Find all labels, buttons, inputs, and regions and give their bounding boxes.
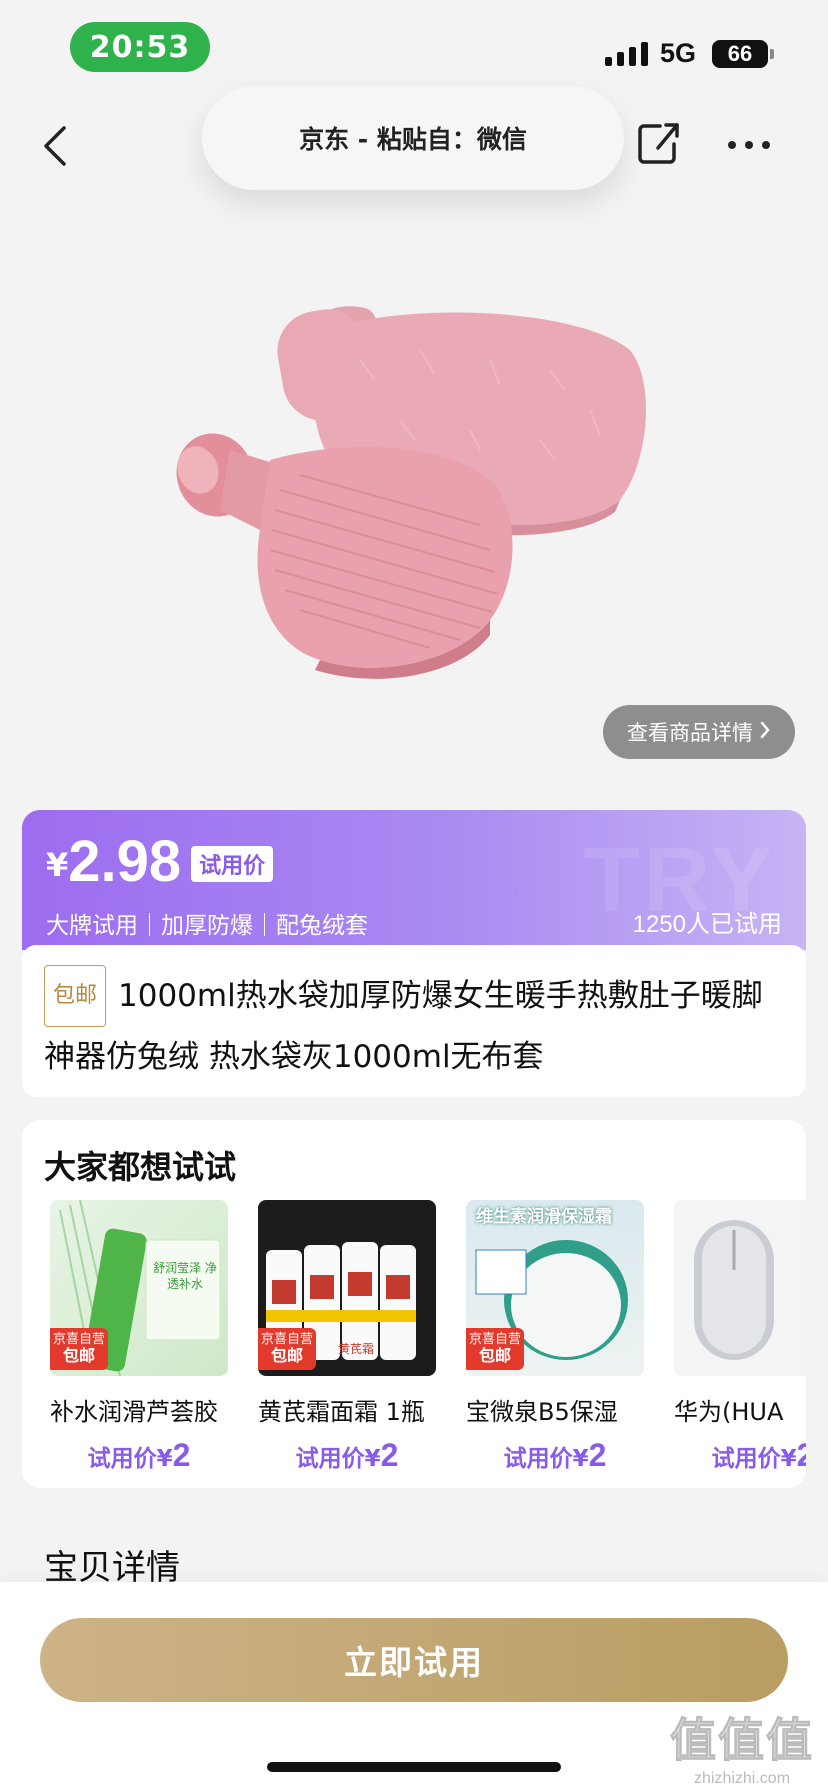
status-bar: 20:53 5G 66 [0, 0, 828, 100]
recommend-item-name: 黄芪霜面霜 1瓶 [258, 1398, 425, 1426]
recommend-item-price: 试用价¥2 [295, 1437, 399, 1473]
product-title: 1000ml热水袋加厚防爆女生暖手热敷肚子暖脚神器仿兔绒 热水袋灰1000ml无… [44, 978, 763, 1075]
trial-price-tag: 试用价 [191, 846, 274, 882]
product-thumbnail[interactable]: 维生素润滑保湿霜 京喜自营 包邮 [466, 1200, 644, 1376]
source-title-pill: 京东 - 粘贴自：微信 [202, 86, 624, 190]
jd-self-operated-badge: 京喜自营 包邮 [258, 1328, 316, 1370]
recommend-item-price: 试用价¥2 [711, 1437, 806, 1473]
site-watermark: 值值值 zhizhizhi.com [670, 1713, 814, 1788]
view-details-button[interactable]: 查看商品详情 [603, 705, 795, 759]
currency-symbol: ¥ [46, 846, 69, 884]
chevron-right-icon [759, 720, 771, 745]
share-icon[interactable] [636, 120, 682, 166]
price-row: ¥ 2.98 试用价 [46, 829, 274, 894]
product-image[interactable] [160, 290, 680, 710]
product-features: 大牌试用｜加厚防爆｜配兔绒套 [46, 913, 368, 939]
more-icon[interactable] [728, 130, 778, 160]
recommend-item-name: 宝微泉B5保湿 [466, 1398, 618, 1426]
product-title-block: 包邮 1000ml热水袋加厚防爆女生暖手热敷肚子暖脚神器仿兔绒 热水袋灰1000m… [44, 965, 784, 1083]
view-details-label: 查看商品详情 [627, 721, 753, 745]
back-icon[interactable] [38, 118, 78, 174]
recommend-item-price: 试用价¥2 [87, 1437, 191, 1473]
tried-count: 1250人已试用 [632, 911, 782, 938]
recommend-item[interactable]: 舒润莹泽 净透补水 京喜自营 包邮 补水润滑芦荟胶 试用价¥2 [50, 1200, 228, 1474]
home-indicator[interactable] [267, 1762, 561, 1772]
free-shipping-badge: 包邮 [44, 965, 107, 1027]
status-time: 20:53 [70, 22, 210, 72]
thumbnail-text: 舒润莹泽 净透补水 [153, 1261, 217, 1291]
thumbnail-text: 黄芪霜 [338, 1342, 375, 1356]
price-banner: TRY ¥ 2.98 试用价 大牌试用｜加厚防爆｜配兔绒套 1250人已试用 [22, 810, 806, 950]
recommend-title: 大家都想试试 [44, 1148, 237, 1186]
network-type: 5G [660, 38, 697, 68]
product-title-card: 包邮 1000ml热水袋加厚防爆女生暖手热敷肚子暖脚神器仿兔绒 热水袋灰1000m… [22, 945, 806, 1097]
recommend-item-price: 试用价¥2 [503, 1437, 607, 1473]
jd-self-operated-badge: 京喜自营 包邮 [50, 1328, 108, 1370]
battery-icon: 66 [712, 40, 774, 68]
recommend-item[interactable]: 华为(HUA 试用价¥2 [674, 1200, 806, 1474]
recommend-item-name: 华为(HUA [674, 1398, 784, 1426]
signal-icon [605, 42, 648, 66]
recommend-card: 大家都想试试 舒润莹泽 净透补水 京喜自营 包邮 补水润滑芦荟胶 试用价¥2 黄… [22, 1120, 806, 1488]
jd-self-operated-badge: 京喜自营 包邮 [466, 1328, 524, 1370]
product-thumbnail[interactable]: 黄芪霜 京喜自营 包邮 [258, 1200, 436, 1376]
try-now-button[interactable]: 立即试用 [40, 1618, 788, 1702]
price-value: 2.98 [68, 829, 182, 894]
recommend-item[interactable]: 维生素润滑保湿霜 京喜自营 包邮 宝微泉B5保湿 试用价¥2 [466, 1200, 644, 1474]
recommend-item[interactable]: 黄芪霜 京喜自营 包邮 黄芪霜面霜 1瓶 试用价¥2 [258, 1200, 436, 1474]
thumbnail-text: 维生素润滑保湿霜 [476, 1207, 612, 1227]
product-thumbnail[interactable]: 舒润莹泽 净透补水 京喜自营 包邮 [50, 1200, 228, 1376]
product-thumbnail[interactable] [674, 1200, 806, 1376]
recommend-item-name: 补水润滑芦荟胶 [50, 1398, 218, 1426]
